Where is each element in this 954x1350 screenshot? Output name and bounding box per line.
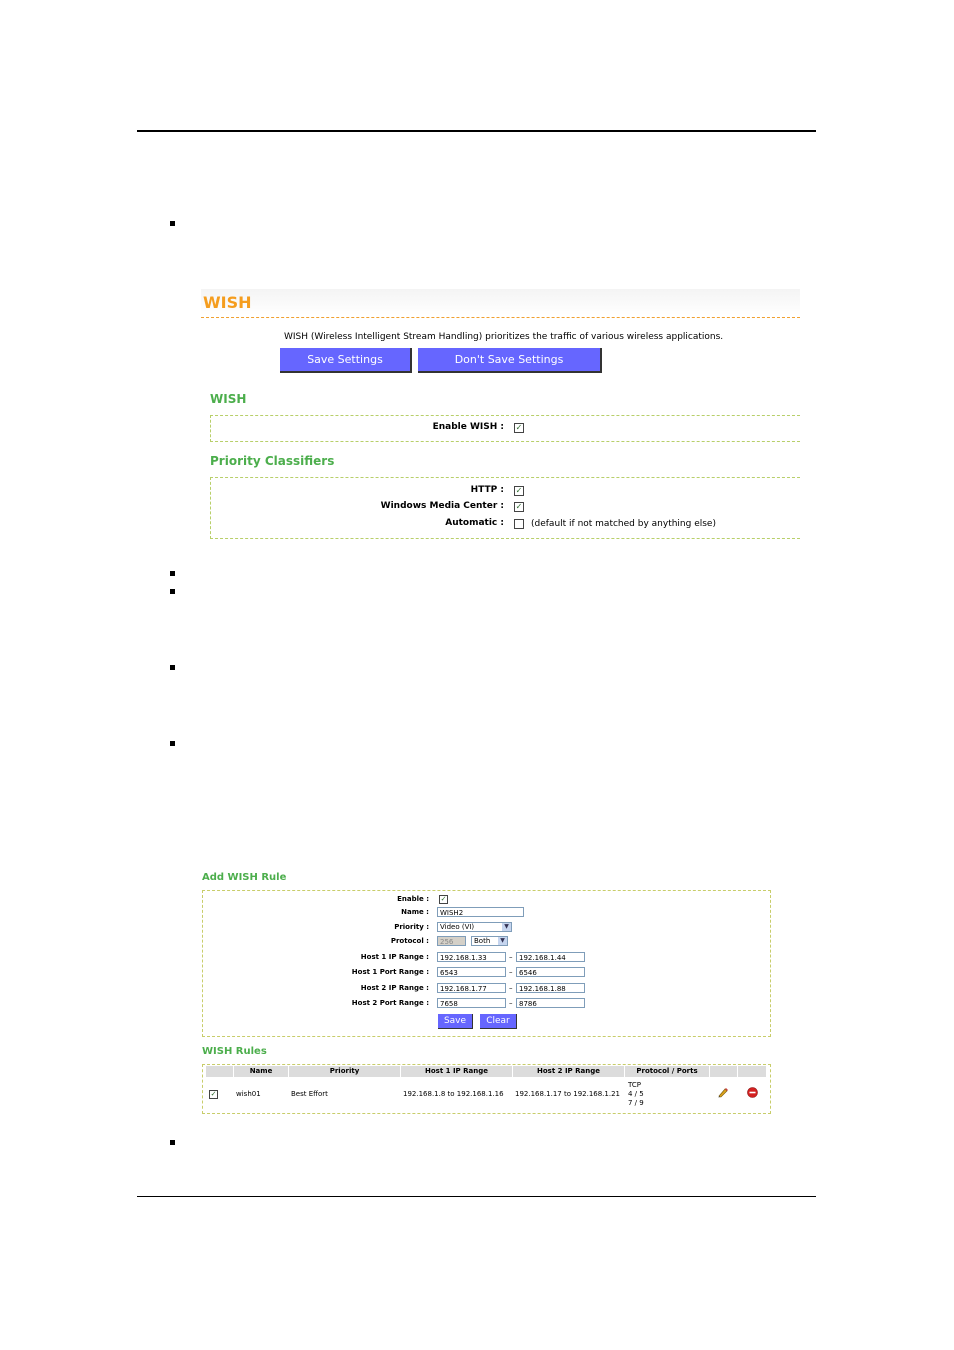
host2-ip-start-input[interactable]: 192.168.1.77 (437, 983, 506, 993)
protocol-select-value: Both (474, 937, 491, 945)
priority-classifiers-box: HTTP : ✓ Windows Media Center : ✓ Automa… (210, 477, 800, 539)
rule-ports-1: 4 / 5 (628, 1090, 644, 1098)
header-delete (738, 1066, 767, 1077)
wish-settings-screenshot: WISH WISH (Wireless Intelligent Stream H… (201, 289, 800, 541)
range-separator: – (509, 999, 513, 1007)
host2-port-label: Host 2 Port Range : (351, 999, 429, 1007)
bullet-6 (170, 1140, 175, 1145)
host1-port-end-input[interactable]: 6546 (516, 967, 585, 977)
bullet-4 (170, 665, 175, 670)
header-rule (137, 130, 816, 132)
enable-wish-label: Enable WISH : (432, 422, 504, 432)
windows-media-center-checkbox[interactable]: ✓ (514, 502, 524, 512)
host1-ip-end-input[interactable]: 192.168.1.44 (516, 952, 585, 962)
wish-section-box: Enable WISH : ✓ (210, 415, 800, 442)
automatic-note: (default if not matched by anything else… (531, 519, 716, 529)
wish-section-title: WISH (210, 392, 247, 406)
priority-select[interactable]: Video (VI) ▼ (437, 922, 512, 932)
chevron-down-icon: ▼ (498, 937, 507, 945)
wish-rules-title: WISH Rules (202, 1046, 267, 1057)
windows-media-center-label: Windows Media Center : (380, 501, 504, 511)
rule-protocol: TCP (628, 1081, 641, 1089)
add-wish-rule-box: Enable : ✓ Name : WISH2 Priority : Video… (202, 890, 771, 1037)
host1-ip-label: Host 1 IP Range : (360, 953, 429, 961)
priority-label: Priority : (394, 923, 429, 931)
bullet-3 (170, 589, 175, 594)
host2-ip-end-input[interactable]: 192.168.1.88 (516, 983, 585, 993)
header-host1: Host 1 IP Range (401, 1066, 513, 1077)
priority-select-value: Video (VI) (440, 923, 475, 931)
automatic-label: Automatic : (445, 518, 504, 528)
header-protocol: Protocol / Ports (625, 1066, 710, 1077)
protocol-label: Protocol : (390, 937, 429, 945)
bullet-2 (170, 571, 175, 576)
rule-ports-2: 7 / 9 (628, 1099, 644, 1107)
header-blank (206, 1066, 234, 1077)
host2-ip-label: Host 2 IP Range : (360, 984, 429, 992)
wish-rules-screenshot: Add WISH Rule Enable : ✓ Name : WISH2 Pr… (201, 870, 772, 1115)
header-host2: Host 2 IP Range (513, 1066, 625, 1077)
page-title: WISH (203, 293, 252, 312)
wish-rules-box: Name Priority Host 1 IP Range Host 2 IP … (202, 1064, 771, 1114)
rule-name: wish01 (236, 1090, 261, 1098)
range-separator: – (509, 968, 513, 976)
rule-row-checkbox[interactable]: ✓ (209, 1090, 218, 1099)
protocol-number-input[interactable]: 256 (437, 936, 466, 946)
header-edit (710, 1066, 738, 1077)
rule-enable-checkbox[interactable]: ✓ (439, 895, 448, 904)
add-wish-rule-title: Add WISH Rule (202, 872, 287, 883)
pencil-icon[interactable] (718, 1087, 729, 1098)
http-checkbox[interactable]: ✓ (514, 486, 524, 496)
range-separator: – (509, 984, 513, 992)
chevron-down-icon: ▼ (502, 923, 511, 931)
bullet-5 (170, 741, 175, 746)
title-divider (201, 317, 800, 318)
rule-clear-button[interactable]: Clear (480, 1014, 517, 1029)
title-band (201, 289, 800, 315)
rule-name-input[interactable]: WISH2 (437, 907, 524, 917)
enable-label: Enable : (397, 895, 429, 903)
automatic-checkbox[interactable] (514, 519, 524, 529)
header-name: Name (234, 1066, 289, 1077)
host2-port-end-input[interactable]: 8786 (516, 998, 585, 1008)
protocol-select[interactable]: Both ▼ (471, 936, 508, 946)
host1-port-label: Host 1 Port Range : (351, 968, 429, 976)
rule-host1: 192.168.1.8 to 192.168.1.16 (403, 1090, 504, 1098)
save-settings-button[interactable]: Save Settings (280, 348, 412, 373)
enable-wish-checkbox[interactable]: ✓ (514, 423, 524, 433)
dont-save-settings-button[interactable]: Don't Save Settings (418, 348, 602, 373)
host2-port-start-input[interactable]: 7658 (437, 998, 506, 1008)
footer-rule (137, 1196, 816, 1197)
host1-port-start-input[interactable]: 6543 (437, 967, 506, 977)
wish-description: WISH (Wireless Intelligent Stream Handli… (284, 332, 724, 342)
priority-classifiers-title: Priority Classifiers (210, 454, 335, 468)
bullet-1 (170, 221, 175, 226)
delete-icon[interactable] (747, 1087, 758, 1098)
rule-priority: Best Effort (291, 1090, 328, 1098)
range-separator: – (509, 953, 513, 961)
http-label: HTTP : (470, 485, 504, 495)
name-label: Name : (401, 908, 429, 916)
header-priority: Priority (289, 1066, 401, 1077)
rule-save-button[interactable]: Save (438, 1014, 473, 1029)
rule-host2: 192.168.1.17 to 192.168.1.21 (515, 1090, 620, 1098)
host1-ip-start-input[interactable]: 192.168.1.33 (437, 952, 506, 962)
